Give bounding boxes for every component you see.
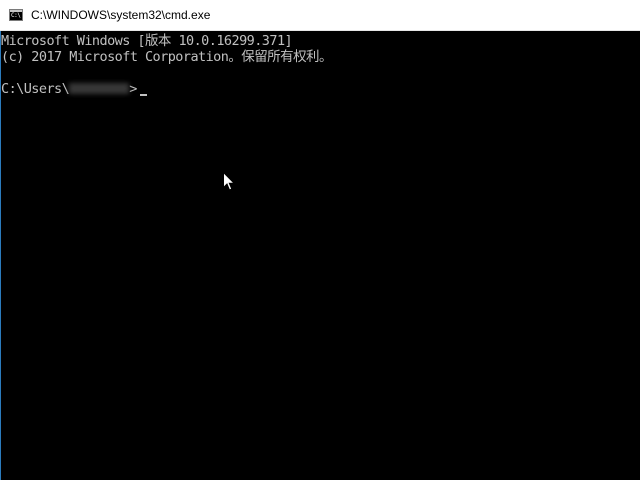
cmd-window: C:\ C:\WINDOWS\system32\cmd.exe Microsof… bbox=[0, 0, 640, 480]
redacted-username bbox=[69, 83, 130, 94]
app-icon-glyph: C:\ bbox=[11, 12, 21, 19]
copyright-line: (c) 2017 Microsoft Corporation。保留所有权利。 bbox=[1, 49, 332, 65]
console-area[interactable]: Microsoft Windows [版本 10.0.16299.371] (c… bbox=[0, 31, 640, 480]
prompt-prefix: C:\Users\ bbox=[1, 81, 70, 97]
cmd-app-icon[interactable]: C:\ bbox=[9, 9, 23, 21]
command-prompt[interactable]: C:\Users\ > bbox=[1, 81, 147, 97]
window-title: C:\WINDOWS\system32\cmd.exe bbox=[31, 8, 211, 22]
text-cursor bbox=[139, 94, 147, 96]
mouse-pointer-icon bbox=[223, 172, 235, 191]
prompt-suffix: > bbox=[129, 81, 137, 97]
version-line: Microsoft Windows [版本 10.0.16299.371] bbox=[1, 33, 293, 49]
window-left-border bbox=[0, 31, 1, 480]
title-bar[interactable]: C:\ C:\WINDOWS\system32\cmd.exe bbox=[0, 0, 640, 31]
